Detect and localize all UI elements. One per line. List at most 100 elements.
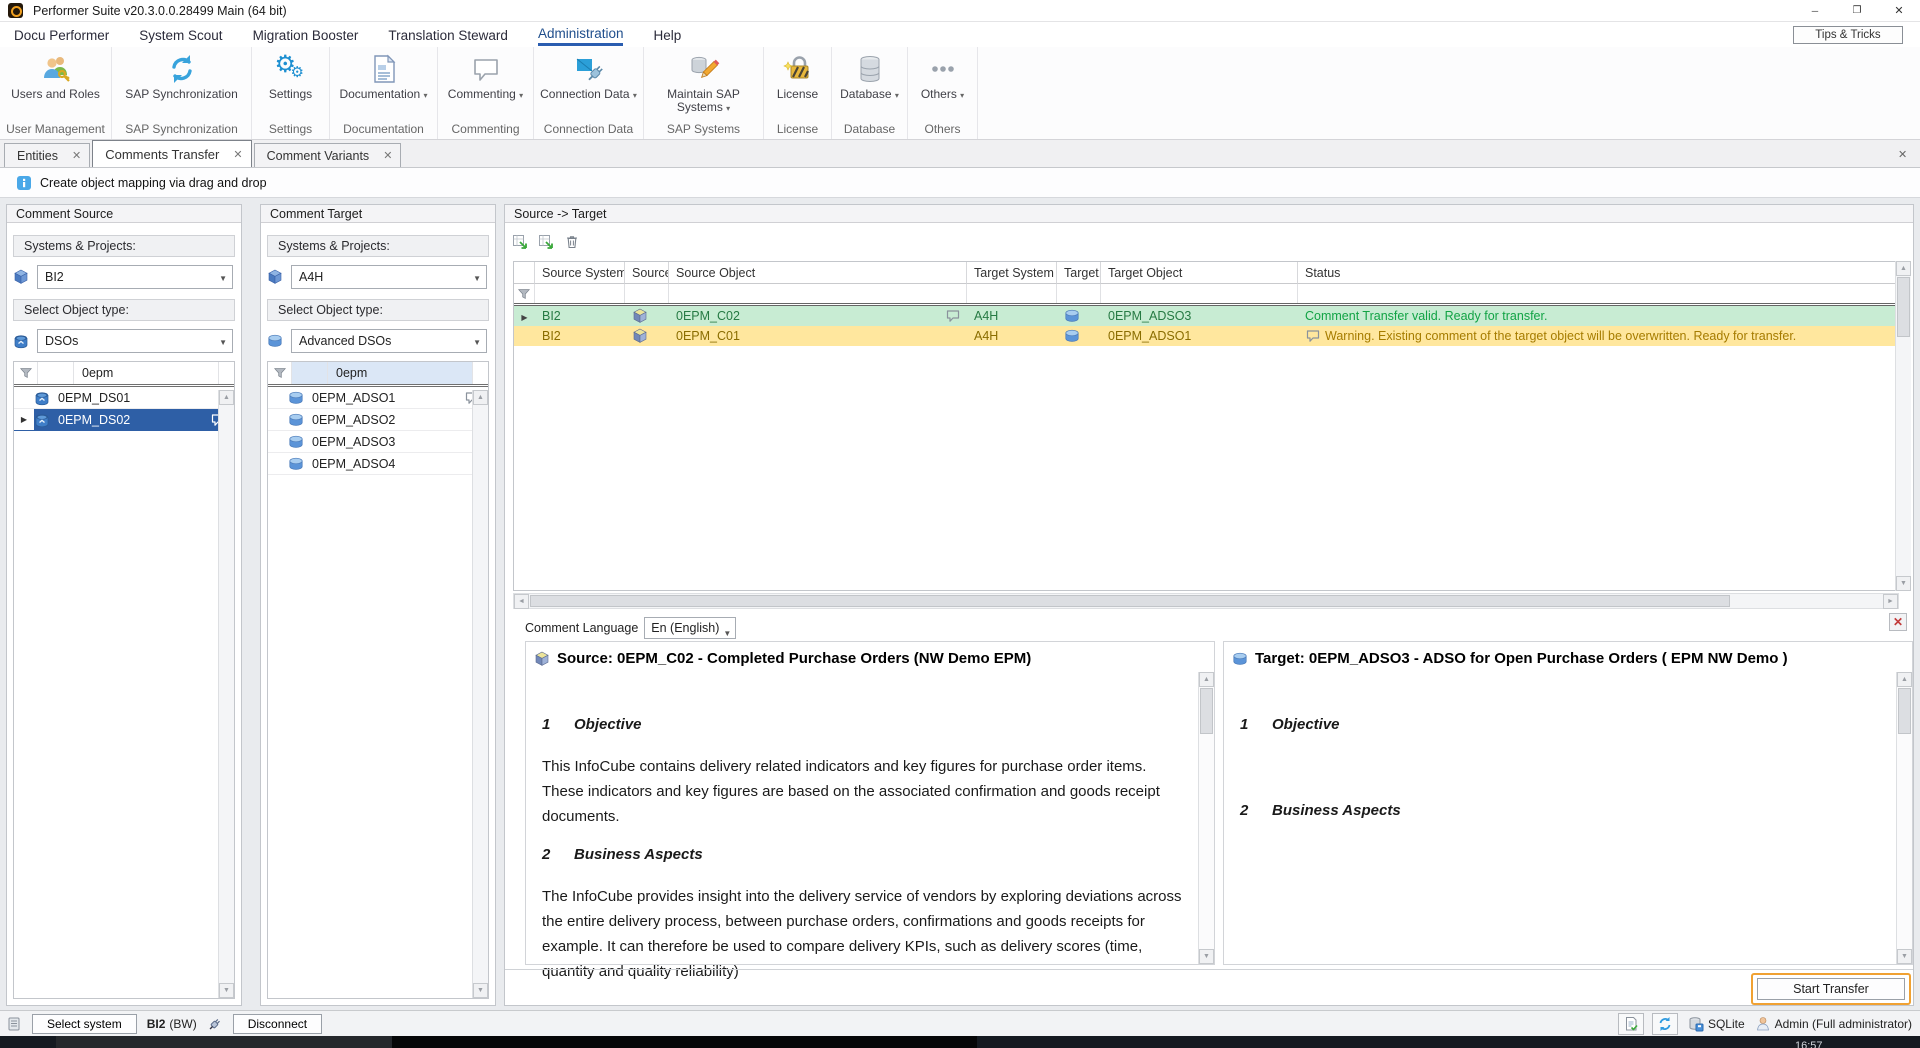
app-logo-icon: [8, 3, 23, 18]
col-source-system[interactable]: Source System: [535, 262, 625, 284]
validation-log-button[interactable]: [1618, 1013, 1644, 1035]
scroll-down-icon[interactable]: [1897, 949, 1912, 964]
refresh-button[interactable]: [1652, 1013, 1678, 1035]
doc-tab-comment-variants[interactable]: Comment Variants: [254, 143, 402, 167]
mapping-row[interactable]: BI2 0EPM_C02 A4H 0EPM_ADSO3 Comment Tran…: [514, 306, 1898, 326]
server-icon: [6, 1016, 22, 1032]
close-comment-view-button[interactable]: [1889, 613, 1907, 631]
disconnect-button[interactable]: Disconnect: [233, 1014, 322, 1034]
source-preview-title: Source: 0EPM_C02 - Completed Purchase Or…: [557, 650, 1031, 667]
scroll-right-icon[interactable]: [1883, 594, 1898, 609]
map-objects-button[interactable]: [509, 231, 531, 253]
filter-input[interactable]: 0epm: [328, 362, 472, 384]
unmap-objects-button[interactable]: [535, 231, 557, 253]
scroll-thumb[interactable]: [530, 595, 1730, 607]
status-text: Comment Transfer valid. Ready for transf…: [1298, 309, 1898, 323]
select-system-button[interactable]: Select system: [32, 1014, 137, 1034]
ribbon-group-commenting: Commenting Commenting: [438, 47, 534, 139]
vertical-scrollbar[interactable]: [1896, 672, 1912, 964]
close-document-area-icon[interactable]: [1898, 148, 1907, 161]
row-indicator-icon: [521, 309, 527, 323]
users-and-roles-button[interactable]: Users and Roles: [0, 47, 111, 121]
doc-tab-entities[interactable]: Entities: [4, 143, 90, 167]
status-bar: Select system BI2 (BW) Disconnect SQLite…: [0, 1010, 1920, 1036]
database-button[interactable]: Database: [832, 47, 907, 121]
list-item[interactable]: 0EPM_ADSO1: [268, 387, 488, 409]
target-system-select[interactable]: A4H: [291, 265, 487, 289]
license-button[interactable]: License: [764, 47, 831, 121]
scroll-down-icon[interactable]: [219, 983, 234, 998]
ribbon-group-connection-data: Connection Data Connection Data: [534, 47, 644, 139]
scroll-up-icon[interactable]: [219, 390, 234, 405]
list-item[interactable]: 0EPM_ADSO3: [268, 431, 488, 453]
col-target-type[interactable]: Target...: [1057, 262, 1101, 284]
sap-synchronization-button[interactable]: SAP Synchronization: [112, 47, 251, 121]
col-status[interactable]: Status: [1298, 262, 1898, 284]
close-tab-icon[interactable]: [233, 148, 242, 161]
scroll-up-icon[interactable]: [473, 390, 488, 405]
list-item[interactable]: 0EPM_ADSO2: [268, 409, 488, 431]
close-button[interactable]: [1878, 0, 1920, 21]
documentation-button[interactable]: Documentation: [330, 47, 437, 121]
maintain-sap-systems-button[interactable]: Maintain SAP Systems: [644, 47, 763, 121]
settings-button[interactable]: Settings: [252, 47, 329, 121]
col-target-system[interactable]: Target System: [967, 262, 1057, 284]
others-button[interactable]: Others: [908, 47, 977, 121]
tab-migration-booster[interactable]: Migration Booster: [253, 25, 359, 45]
filter-row[interactable]: 0epm: [268, 362, 488, 387]
table-vertical-scrollbar[interactable]: [1895, 261, 1911, 591]
sync-icon: [166, 53, 198, 85]
source-object-type-select[interactable]: DSOs: [37, 329, 233, 353]
funnel-icon[interactable]: [14, 362, 38, 384]
scroll-up-icon[interactable]: [1896, 261, 1911, 276]
start-transfer-button[interactable]: Start Transfer: [1757, 978, 1905, 1000]
scroll-thumb[interactable]: [1200, 688, 1213, 734]
tips-and-tricks-button[interactable]: Tips & Tricks: [1793, 26, 1903, 44]
list-item[interactable]: 0EPM_DS01: [14, 387, 234, 409]
tab-help[interactable]: Help: [653, 25, 681, 45]
connection-data-button[interactable]: Connection Data: [534, 47, 643, 121]
list-item[interactable]: 0EPM_ADSO4: [268, 453, 488, 475]
scroll-down-icon[interactable]: [473, 983, 488, 998]
funnel-icon[interactable]: [268, 362, 292, 384]
database-indicator: SQLite: [1688, 1016, 1745, 1032]
col-source-object[interactable]: Source Object: [669, 262, 967, 284]
vertical-scrollbar[interactable]: [218, 390, 234, 998]
object-type-label: Select Object type:: [13, 299, 235, 321]
comment-language-select[interactable]: En (English): [644, 617, 736, 639]
minimize-button[interactable]: [1794, 0, 1836, 21]
filter-input[interactable]: 0epm: [74, 362, 218, 384]
scroll-down-icon[interactable]: [1199, 949, 1214, 964]
scroll-thumb[interactable]: [1898, 688, 1911, 734]
filter-row[interactable]: 0epm: [14, 362, 234, 387]
mapping-panel: Source -> Target Source System Source...…: [504, 204, 1914, 1006]
ribbon-group-sap-systems: Maintain SAP Systems SAP Systems: [644, 47, 764, 139]
tab-translation-steward[interactable]: Translation Steward: [388, 25, 508, 45]
close-tab-icon[interactable]: [383, 149, 392, 162]
doc-tab-comments-transfer[interactable]: Comments Transfer: [92, 140, 251, 167]
scroll-up-icon[interactable]: [1199, 672, 1214, 687]
scroll-thumb[interactable]: [1897, 277, 1910, 337]
col-source-type[interactable]: Source...: [625, 262, 669, 284]
tab-administration[interactable]: Administration: [538, 23, 624, 46]
tab-docu-performer[interactable]: Docu Performer: [14, 25, 109, 45]
close-tab-icon[interactable]: [72, 149, 81, 162]
mapping-row[interactable]: BI2 0EPM_C01 A4H 0EPM_ADSO1 Warning. Exi…: [514, 326, 1898, 346]
target-object-type-select[interactable]: Advanced DSOs: [291, 329, 487, 353]
scroll-up-icon[interactable]: [1897, 672, 1912, 687]
vertical-scrollbar[interactable]: [472, 390, 488, 998]
tab-system-scout[interactable]: System Scout: [139, 25, 222, 45]
table-horizontal-scrollbar[interactable]: [513, 593, 1899, 609]
scroll-down-icon[interactable]: [1896, 576, 1911, 591]
info-icon: [16, 175, 32, 191]
delete-mapping-button[interactable]: [561, 231, 583, 253]
table-filter-row[interactable]: [514, 284, 1898, 306]
col-target-object[interactable]: Target Object: [1101, 262, 1298, 284]
scroll-left-icon[interactable]: [514, 594, 529, 609]
trash-icon: [564, 234, 580, 250]
vertical-scrollbar[interactable]: [1198, 672, 1214, 964]
source-system-select[interactable]: BI2: [37, 265, 233, 289]
list-item-selected[interactable]: 0EPM_DS02: [14, 409, 234, 431]
maximize-button[interactable]: [1836, 0, 1878, 21]
commenting-button[interactable]: Commenting: [438, 47, 533, 121]
